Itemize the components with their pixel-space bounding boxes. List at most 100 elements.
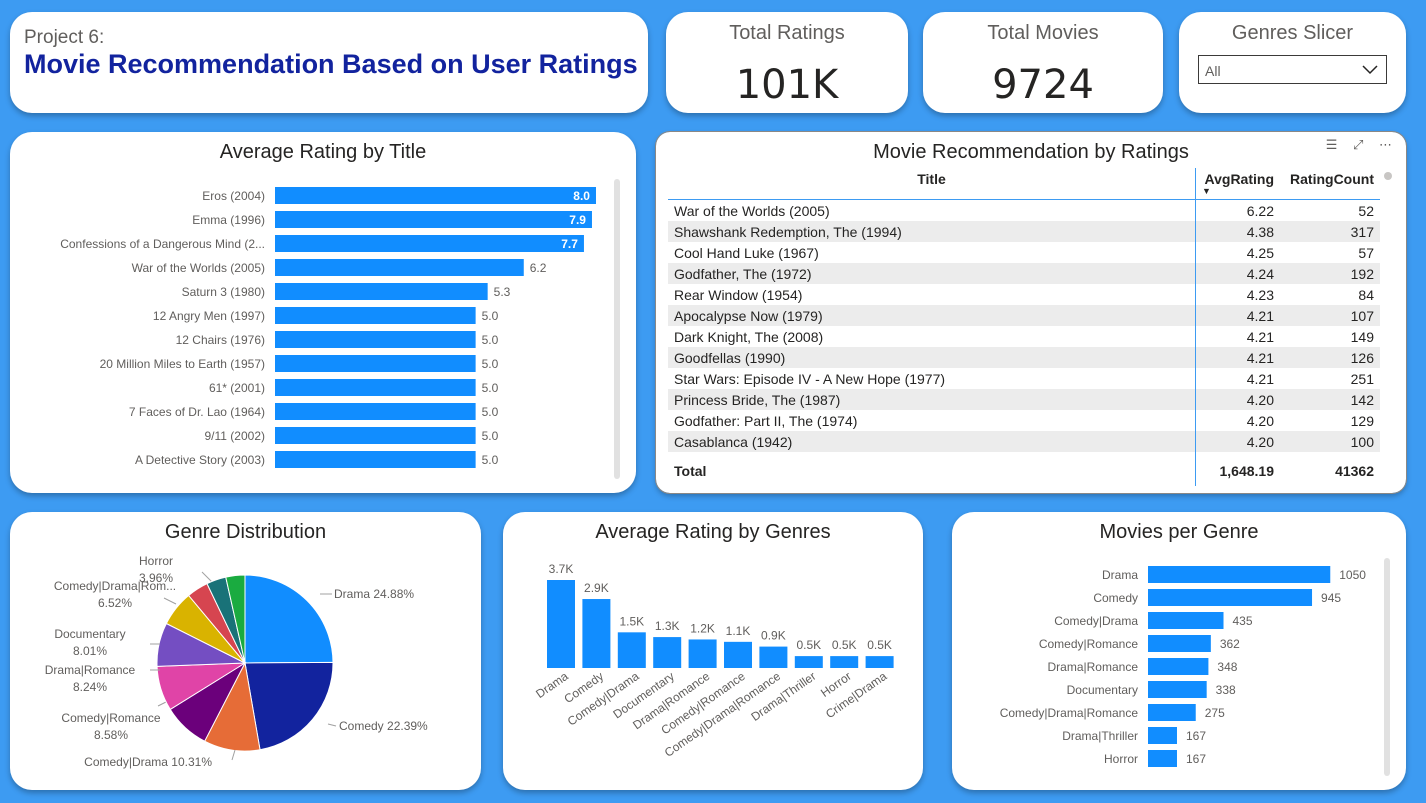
column-header-ratingcount[interactable]: RatingCount	[1280, 168, 1380, 200]
bar	[275, 403, 476, 420]
category-label: A Detective Story (2003)	[135, 453, 265, 467]
category-label: Comedy|Romance	[1039, 637, 1138, 651]
column-header-label: AvgRating	[1204, 171, 1274, 187]
leader-line	[201, 571, 213, 583]
table-row[interactable]: Apocalypse Now (1979) 4.21 107	[668, 305, 1380, 326]
bar	[547, 580, 575, 668]
cell-title: Godfather, The (1972)	[668, 263, 1196, 284]
bar	[1148, 566, 1331, 583]
movies-per-genre-chart: Drama 1050 Comedy 945 Comedy|Drama 435 Comedy|…	[1000, 566, 1366, 767]
cell-ratingcount: 52	[1358, 202, 1374, 219]
bar	[275, 235, 584, 252]
cell-avgrating: 4.38	[1195, 221, 1280, 242]
title-card: Project 6: Movie Recommendation Based on…	[10, 12, 648, 113]
column-header-avgrating[interactable]: AvgRating ▼	[1195, 168, 1280, 200]
table-row[interactable]: Star Wars: Episode IV - A New Hope (1977…	[668, 368, 1380, 389]
data-label: 1.3K	[655, 619, 680, 633]
category-label: 9/11 (2002)	[205, 429, 266, 443]
bar	[688, 639, 717, 668]
data-label: 0.5K	[832, 638, 857, 652]
bar	[1148, 727, 1177, 744]
scrollbar[interactable]	[1384, 172, 1392, 180]
bar	[1148, 612, 1224, 629]
table-total-row: Total 1,648.19 41362	[668, 452, 1380, 486]
visual-header: ☰ ⤢ ⋯	[1326, 137, 1392, 153]
cell-avgrating: 4.23	[1246, 286, 1274, 303]
cell-title: Shawshank Redemption, The (1994)	[668, 221, 1196, 242]
data-label: 1.5K	[619, 614, 644, 628]
category-label: Drama	[1102, 568, 1138, 582]
table-title: Movie Recommendation by Ratings	[873, 141, 1189, 163]
cell-title: Rear Window (1954)	[668, 284, 1196, 305]
cell-ratingcount: 192	[1280, 263, 1380, 284]
table-row[interactable]: Princess Bride, The (1987) 4.20 142	[668, 389, 1380, 410]
bar	[794, 656, 823, 668]
cell-avgrating: 4.21	[1195, 305, 1280, 326]
category-label: 12 Angry Men (1997)	[153, 309, 265, 323]
category-label: War of the Worlds (2005)	[132, 261, 265, 275]
data-label: 167	[1186, 752, 1206, 766]
slice-label: Comedy|Romance	[61, 711, 160, 725]
table-row[interactable]: Cool Hand Luke (1967) 4.25 57	[668, 242, 1380, 263]
cell-ratingcount: 142	[1280, 389, 1380, 410]
data-label: 5.0	[482, 453, 499, 467]
bar	[275, 379, 476, 396]
kpi-card-total-ratings: Total Ratings 101K	[666, 12, 908, 113]
bar	[275, 427, 476, 444]
sort-descending-icon: ▼	[1202, 186, 1211, 196]
bar	[275, 259, 524, 276]
bar	[275, 211, 592, 228]
data-label: 3.7K	[549, 562, 574, 576]
data-label: 5.0	[482, 357, 499, 371]
table-row[interactable]: Goodfellas (1990) 4.21 126	[668, 347, 1380, 368]
cell-avgrating: 4.25	[1246, 244, 1274, 261]
cell-title: Goodfellas (1990)	[668, 347, 1196, 368]
table-row[interactable]: Godfather: Part II, The (1974) 4.20 129	[668, 410, 1380, 431]
table-row[interactable]: Rear Window (1954) 4.23 84	[668, 284, 1380, 305]
cell-ratingcount: 129	[1350, 412, 1374, 429]
slice-label: Drama 24.88%	[334, 587, 414, 601]
more-options-icon[interactable]: ⋯	[1379, 137, 1392, 152]
recommendation-table-card: Movie Recommendation by Ratings ☰ ⤢ ⋯ Ti…	[655, 131, 1407, 494]
table-row[interactable]: Casablanca (1942) 4.20 100	[668, 431, 1380, 452]
category-label: Comedy|Drama|Romance	[1000, 706, 1139, 720]
data-label: 362	[1220, 637, 1240, 651]
column-header-title[interactable]: Title	[668, 168, 1196, 200]
avg-rating-by-genres-card: Average Rating by Genres 3.7K Drama 2.9K Co…	[503, 512, 923, 790]
scrollbar[interactable]	[1384, 558, 1390, 776]
kpi-value: 101K	[735, 62, 839, 108]
slicer-label: Genres Slicer	[1231, 22, 1354, 44]
table-row[interactable]: War of the Worlds (2005) 6.22 52	[668, 199, 1380, 221]
cell-title: Cool Hand Luke (1967)	[668, 242, 1196, 263]
table-row[interactable]: Shawshank Redemption, The (1994) 4.38 317	[668, 221, 1380, 242]
slice-label: Documentary	[54, 627, 125, 641]
table-header-row: Title AvgRating ▼ RatingCount	[668, 168, 1380, 200]
category-label: Comedy|Drama	[1054, 614, 1138, 628]
data-label: 0.9K	[761, 629, 786, 643]
kpi-value: 9724	[992, 62, 1094, 108]
focus-mode-icon[interactable]: ⤢	[1353, 137, 1363, 152]
category-label: Documentary	[1067, 683, 1138, 697]
cell-ratingcount: 251	[1350, 370, 1374, 387]
scrollbar[interactable]	[614, 179, 620, 479]
data-label: 7.7	[561, 237, 578, 251]
table-row[interactable]: Godfather, The (1972) 4.24 192	[668, 263, 1380, 284]
table-row[interactable]: Dark Knight, The (2008) 4.21 149	[668, 326, 1380, 347]
cell-avgrating: 4.24	[1195, 263, 1280, 284]
filter-icon[interactable]: ☰	[1326, 137, 1338, 152]
genres-dropdown[interactable]: All	[1198, 55, 1387, 84]
cell-title: War of the Worlds (2005)	[668, 199, 1196, 221]
leader-line	[327, 723, 337, 727]
data-label: 0.5K	[867, 638, 892, 652]
slice-percent: 8.24%	[73, 680, 107, 694]
bar	[275, 307, 476, 324]
category-label: 7 Faces of Dr. Lao (1964)	[129, 405, 265, 419]
data-label: 1.1K	[726, 624, 751, 638]
bar	[830, 656, 859, 668]
bar	[1148, 635, 1211, 652]
avg-rating-by-title-chart: Eros (2004) 8.0 Emma (1996) 7.9 Confessions …	[60, 187, 596, 468]
cell-avgrating: 4.21	[1195, 347, 1280, 368]
bar	[275, 331, 476, 348]
data-label: 6.2	[530, 261, 547, 275]
cell-title: Casablanca (1942)	[668, 431, 1196, 452]
